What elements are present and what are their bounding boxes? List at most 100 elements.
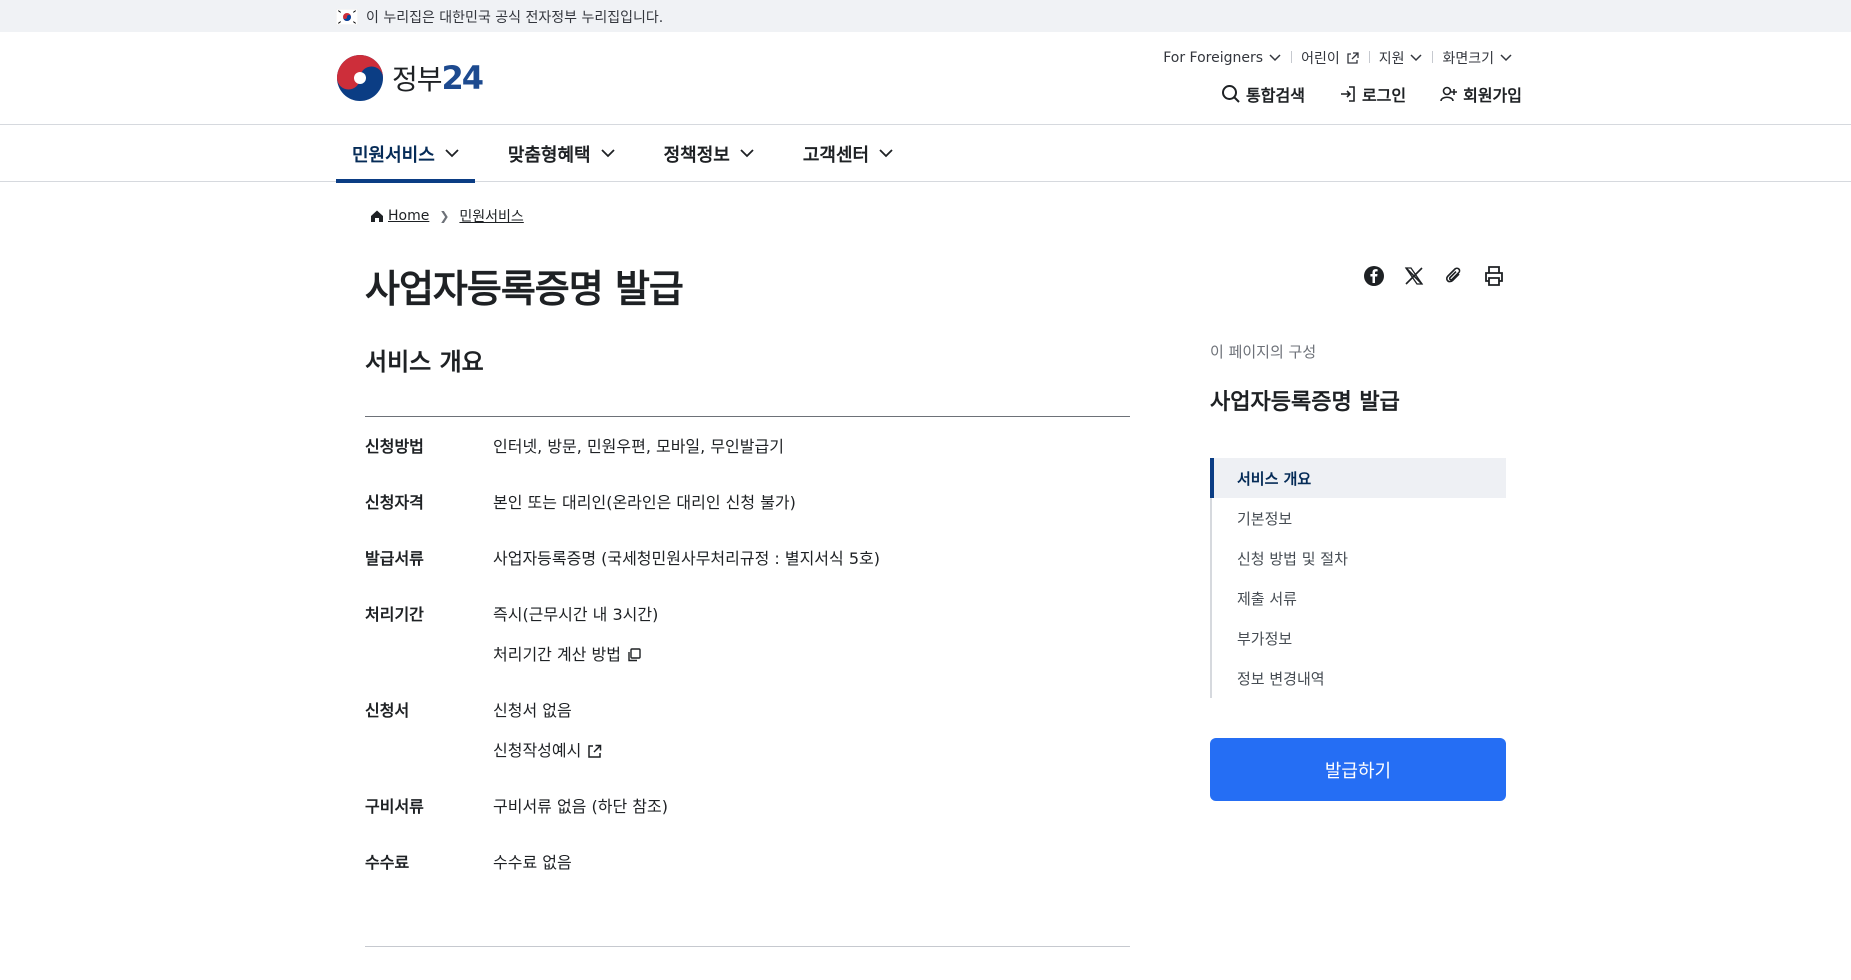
header: 정부 24 For Foreigners 어린이 지원 화면크기 통합검색 로그…: [0, 32, 1851, 125]
chevron-down-icon: [1500, 54, 1512, 62]
add-user-icon: [1440, 86, 1458, 102]
toc-caption: 이 페이지의 구성: [1210, 343, 1317, 361]
search-button[interactable]: 통합검색: [1221, 82, 1305, 106]
row-label: 발급서류: [365, 549, 424, 568]
taegeuk-logo-icon: [337, 55, 383, 101]
service-overview-list: 신청방법 인터넷, 방문, 민원우편, 모바일, 무인발급기 신청자격 본인 또…: [365, 437, 1130, 909]
print-button[interactable]: [1481, 263, 1507, 289]
chevron-right-icon: ❯: [439, 209, 450, 223]
login-label: 로그인: [1361, 86, 1407, 105]
signup-button[interactable]: 회원가입: [1440, 82, 1522, 106]
overview-row: 신청방법 인터넷, 방문, 민원우편, 모바일, 무인발급기: [365, 437, 1130, 457]
row-label: 신청방법: [365, 437, 424, 456]
toc-title: 사업자등록증명 발급: [1210, 390, 1400, 415]
gnb-label: 고객센터: [802, 144, 870, 166]
logo-number: 24: [441, 59, 485, 97]
facebook-share-button[interactable]: [1361, 263, 1387, 289]
screen-size-menu[interactable]: 화면크기: [1432, 48, 1522, 68]
page-title: 사업자등록증명 발급: [365, 267, 684, 311]
signup-label: 회원가입: [1463, 86, 1522, 105]
row-value: 인터넷, 방문, 민원우편, 모바일, 무인발급기: [493, 437, 784, 456]
gnb-item-custom-benefits[interactable]: 맞춤형혜택: [492, 125, 631, 182]
processing-period-calc-link[interactable]: 처리기간 계산 방법: [493, 645, 658, 665]
gnb-label: 정책정보: [663, 144, 730, 166]
facebook-icon: [1364, 266, 1384, 286]
copy-link-button[interactable]: [1441, 263, 1467, 289]
breadcrumb-home[interactable]: Home: [388, 208, 429, 224]
chevron-down-icon: [740, 149, 754, 158]
row-value: 본인 또는 대리인(온라인은 대리인 신청 불가): [493, 493, 796, 512]
banner-text: 이 누리집은 대한민국 공식 전자정부 누리집입니다.: [366, 10, 664, 26]
logo-text: 정부: [392, 63, 443, 96]
external-link-icon: [588, 744, 602, 758]
support-label: 지원: [1378, 51, 1405, 67]
link-label: 신청작성예시: [493, 741, 582, 760]
row-label: 신청서: [365, 701, 410, 720]
global-nav: 민원서비스 맞춤형혜택 정책정보 고객센터: [0, 125, 1851, 183]
x-icon: [1404, 267, 1424, 285]
gnb-label: 민원서비스: [352, 144, 435, 166]
kids-label: 어린이: [1301, 51, 1340, 67]
application-example-link[interactable]: 신청작성예시: [493, 741, 602, 761]
toc-item-overview[interactable]: 서비스 개요: [1210, 458, 1506, 498]
row-label: 신청자격: [365, 493, 424, 512]
search-icon: [1222, 85, 1240, 103]
page-toc: 서비스 개요 기본정보 신청 방법 및 절차 제출 서류 부가정보 정보 변경내…: [1210, 458, 1506, 698]
divider: [365, 946, 1130, 947]
breadcrumb: Home ❯ 민원서비스: [370, 206, 524, 226]
gnb-item-policy-info[interactable]: 정책정보: [648, 125, 770, 182]
login-button[interactable]: 로그인: [1339, 82, 1406, 106]
gnb-item-civil-service[interactable]: 민원서비스: [336, 125, 475, 183]
row-label: 구비서류: [365, 797, 424, 816]
overview-row: 처리기간 즉시(근무시간 내 3시간) 처리기간 계산 방법: [365, 605, 1130, 665]
overview-row: 발급서류 사업자등록증명 (국세청민원사무처리규정 : 별지서식 5호): [365, 549, 1130, 569]
breadcrumb-current[interactable]: 민원서비스: [459, 206, 523, 226]
toc-item-additional-info[interactable]: 부가정보: [1212, 618, 1506, 658]
header-actions: 통합검색 로그인 회원가입: [1187, 82, 1522, 106]
gov-banner: 이 누리집은 대한민국 공식 전자정부 누리집입니다.: [0, 0, 1851, 32]
toc-item-method[interactable]: 신청 방법 및 절차: [1212, 538, 1506, 578]
external-link-icon: [1347, 51, 1359, 64]
utility-nav: For Foreigners 어린이 지원 화면크기: [1153, 48, 1522, 68]
divider: [365, 416, 1130, 417]
toc-item-documents[interactable]: 제출 서류: [1212, 578, 1506, 618]
chevron-down-icon: [445, 149, 459, 158]
row-value: 사업자등록증명 (국세청민원사무처리규정 : 별지서식 5호): [493, 549, 880, 568]
x-share-button[interactable]: [1401, 263, 1427, 289]
row-value: 신청서 없음: [493, 701, 572, 720]
search-label: 통합검색: [1246, 86, 1305, 105]
issue-button[interactable]: 발급하기: [1210, 738, 1506, 801]
login-icon: [1340, 86, 1355, 102]
chevron-down-icon: [1269, 54, 1281, 62]
screen-size-label: 화면크기: [1442, 51, 1494, 67]
row-label: 처리기간: [365, 605, 424, 624]
print-icon: [1485, 266, 1503, 286]
chevron-down-icon: [879, 149, 893, 158]
for-foreigners-menu[interactable]: For Foreigners: [1153, 50, 1291, 66]
for-foreigners-label: For Foreigners: [1163, 50, 1264, 66]
kids-link[interactable]: 어린이: [1291, 48, 1369, 68]
overview-row: 신청자격 본인 또는 대리인(온라인은 대리인 신청 불가): [365, 493, 1130, 513]
overview-row: 수수료 수수료 없음: [365, 853, 1130, 873]
row-value: 구비서류 없음 (하단 참조): [493, 797, 668, 816]
chevron-down-icon: [600, 149, 615, 158]
toc-item-change-history[interactable]: 정보 변경내역: [1212, 658, 1506, 698]
support-menu[interactable]: 지원: [1368, 48, 1433, 68]
gov24-logo[interactable]: 정부 24: [336, 54, 485, 102]
row-label: 수수료: [365, 853, 410, 872]
overview-row: 구비서류 구비서류 없음 (하단 참조): [365, 797, 1130, 817]
overview-row: 신청서 신청서 없음 신청작성예시: [365, 701, 1130, 761]
link-label: 처리기간 계산 방법: [493, 645, 621, 664]
section-title-overview: 서비스 개요: [365, 348, 484, 376]
gnb-label: 맞춤형혜택: [507, 144, 591, 166]
korean-flag-icon: [335, 8, 359, 26]
share-toolbar: [1361, 263, 1521, 289]
chevron-down-icon: [1410, 54, 1422, 62]
copy-window-icon: [628, 648, 641, 662]
paperclip-icon: [1446, 267, 1461, 283]
row-value: 즉시(근무시간 내 3시간): [493, 605, 659, 624]
toc-item-basic-info[interactable]: 기본정보: [1212, 498, 1506, 538]
gnb-item-customer-center[interactable]: 고객센터: [787, 125, 909, 182]
row-value: 수수료 없음: [493, 853, 572, 872]
home-icon: [371, 210, 383, 222]
